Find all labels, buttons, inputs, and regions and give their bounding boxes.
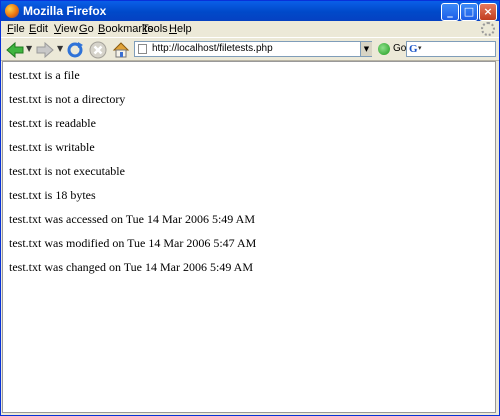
file-size-line: test.txt is 18 bytes <box>9 188 96 202</box>
maximize-button[interactable]: □ <box>460 3 478 21</box>
changed-time-line: test.txt was changed on Tue 14 Mar 2006 … <box>9 260 253 274</box>
directory-status-line: test.txt is not a directory <box>9 92 126 106</box>
back-arrow-icon[interactable] <box>6 41 24 59</box>
menu-tools[interactable]: Tools <box>142 23 168 35</box>
readable-status-line: test.txt is readable <box>9 116 96 130</box>
accessed-time-line: test.txt was accessed on Tue 14 Mar 2006… <box>9 212 255 226</box>
google-search-engine-icon[interactable]: G <box>409 43 418 55</box>
menu-file[interactable]: File <box>7 23 25 35</box>
firefox-icon <box>5 4 19 18</box>
navigation-toolbar: ▼ ▼ http://localhost/filetests.php ▼ Go <box>1 37 499 61</box>
minimize-button[interactable]: _ <box>441 3 459 21</box>
menu-help[interactable]: Help <box>169 23 192 35</box>
menu-edit[interactable]: Edit <box>29 23 48 35</box>
go-label: Go <box>393 43 407 54</box>
menu-view[interactable]: View <box>54 23 78 35</box>
back-dropdown-icon[interactable]: ▼ <box>26 44 32 53</box>
menu-bar: File Edit View Go Bookmarks Tools Help <box>1 21 499 37</box>
writable-status-line: test.txt is writable <box>9 140 95 154</box>
browser-window: Mozilla Firefox _ □ × File Edit View Go … <box>0 0 500 416</box>
forward-dropdown-icon[interactable]: ▼ <box>57 44 63 53</box>
page-content: test.txt is a file test.txt is not a dir… <box>2 61 496 413</box>
executable-status-line: test.txt is not executable <box>9 164 125 178</box>
reload-icon[interactable] <box>66 41 84 59</box>
activity-throbber-icon <box>481 22 495 36</box>
forward-arrow-icon[interactable] <box>36 41 54 59</box>
file-status-line: test.txt is a file <box>9 68 80 82</box>
stop-icon[interactable] <box>89 41 107 59</box>
menu-go[interactable]: Go <box>79 23 94 35</box>
search-box[interactable]: G ▾ <box>406 41 496 57</box>
go-arrow-icon <box>378 43 390 55</box>
modified-time-line: test.txt was modified on Tue 14 Mar 2006… <box>9 236 257 250</box>
title-bar[interactable]: Mozilla Firefox _ □ × <box>1 1 499 21</box>
url-text[interactable]: http://localhost/filetests.php <box>152 43 273 54</box>
close-button[interactable]: × <box>479 3 497 21</box>
url-bar[interactable]: http://localhost/filetests.php <box>134 41 372 57</box>
url-history-dropdown-icon[interactable]: ▼ <box>360 42 372 56</box>
page-icon <box>138 44 147 54</box>
home-icon[interactable] <box>112 41 130 59</box>
window-title: Mozilla Firefox <box>23 4 107 18</box>
search-engine-dropdown-icon[interactable]: ▾ <box>418 44 422 52</box>
